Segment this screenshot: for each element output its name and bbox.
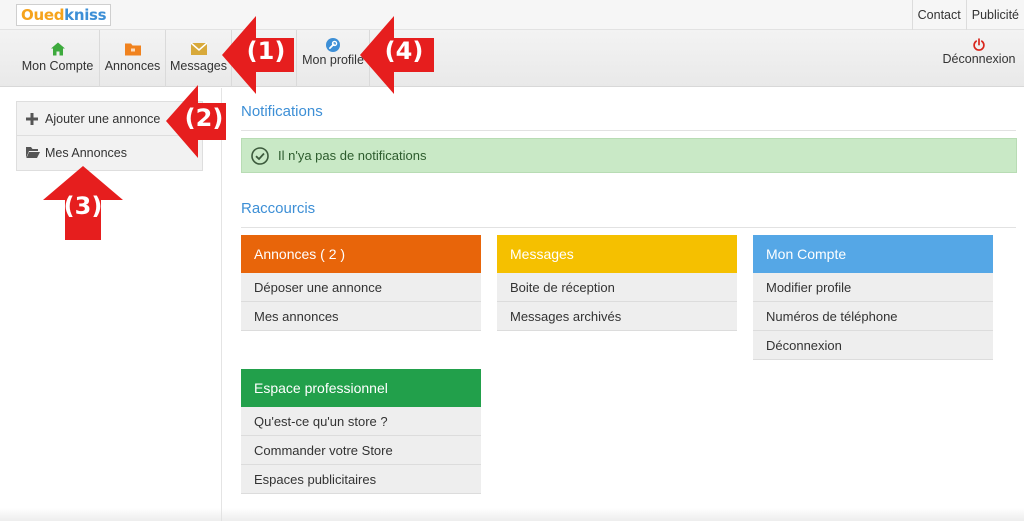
notifications-empty-text: Il n'ya pas de notifications [278, 148, 427, 163]
shortcut-card-annonces: Annonces ( 2 ) Déposer une annonce Mes a… [241, 235, 481, 331]
card-link[interactable]: Modifier profile [753, 273, 993, 302]
folder-open-icon [26, 147, 40, 158]
notifications-heading: Notifications [241, 101, 1016, 131]
card-link[interactable]: Déconnexion [753, 331, 993, 360]
card-link[interactable]: Mes annonces [241, 302, 481, 331]
shortcut-card-mon-compte: Mon Compte Modifier profile Numéros de t… [753, 235, 993, 360]
mon-profile-button[interactable]: Mon profile [296, 30, 370, 87]
deconnexion-label: Déconnexion [942, 52, 1016, 66]
annonces-label: Annonces [104, 59, 161, 73]
sidebar-item-label: Ajouter une annonce [45, 112, 161, 126]
annotation-label-3: (3) [63, 192, 103, 220]
mon-compte-button[interactable]: Mon Compte [16, 30, 100, 87]
deconnexion-button[interactable]: Déconnexion [934, 30, 1024, 87]
annotation-label-2: (2) [184, 104, 224, 132]
wrench-icon [326, 38, 340, 52]
annotation-label-4: (4) [384, 37, 424, 65]
publicite-link[interactable]: Publicité [965, 0, 1024, 30]
home-icon [50, 42, 65, 56]
card-link[interactable]: Boite de réception [497, 273, 737, 302]
check-circle-icon [251, 147, 269, 165]
card-link[interactable]: Déposer une annonce [241, 273, 481, 302]
card-link[interactable]: Numéros de téléphone [753, 302, 993, 331]
mon-compte-label: Mon Compte [21, 59, 94, 73]
annotation-label-1: (1) [246, 37, 286, 65]
site-logo[interactable]: Ouedkniss [16, 4, 112, 26]
card-link[interactable]: Qu'est-ce qu'un store ? [241, 407, 481, 436]
contact-link[interactable]: Contact [911, 0, 966, 30]
card-link[interactable]: Commander votre Store [241, 436, 481, 465]
card-link[interactable]: Messages archivés [497, 302, 737, 331]
card-link[interactable]: Espaces publicitaires [241, 465, 481, 494]
card-title[interactable]: Espace professionnel [241, 369, 481, 407]
mon-profile-label: Mon profile [302, 53, 364, 67]
shortcut-card-messages: Messages Boite de réception Messages arc… [497, 235, 737, 331]
notifications-empty-alert: Il n'ya pas de notifications [241, 138, 1017, 173]
card-title[interactable]: Mon Compte [753, 235, 993, 273]
raccourcis-heading: Raccourcis [241, 198, 1016, 228]
annonces-button[interactable]: Annonces [100, 30, 166, 87]
top-bar: Ouedkniss Contact Publicité [0, 0, 1024, 30]
shortcut-card-espace-pro: Espace professionnel Qu'est-ce qu'un sto… [241, 369, 481, 494]
envelope-icon [190, 42, 207, 55]
card-title[interactable]: Messages [497, 235, 737, 273]
bottom-shadow [0, 508, 1024, 521]
plus-icon [26, 113, 38, 125]
main-toolbar: Mon Compte Annonces Messages Mon profile… [0, 30, 1024, 87]
logo-part-1: Oued [21, 6, 65, 24]
sidebar-item-label: Mes Annonces [45, 146, 127, 160]
top-links: Contact Publicité [911, 0, 1024, 30]
logo-part-2: kniss [64, 6, 107, 24]
folder-icon [124, 43, 141, 56]
power-icon [973, 38, 985, 51]
card-title[interactable]: Annonces ( 2 ) [241, 235, 481, 273]
